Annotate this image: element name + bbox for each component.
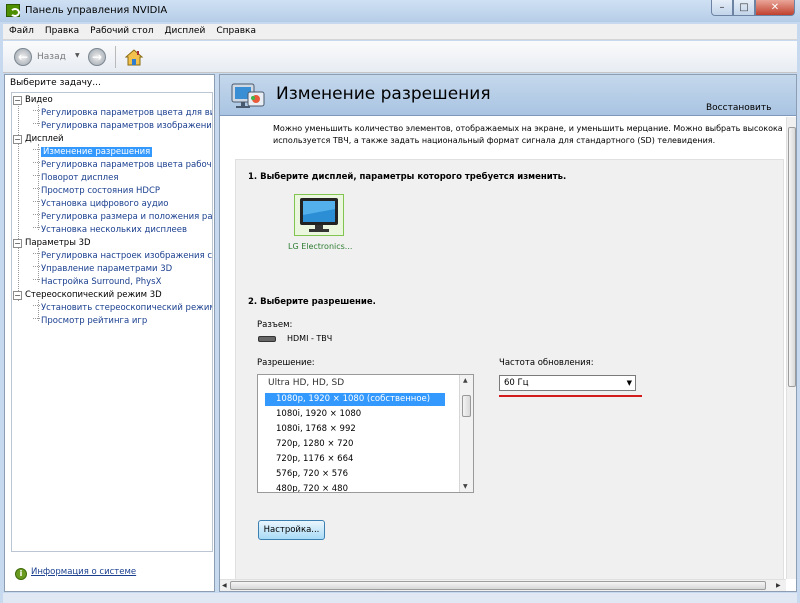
toolbar: ← Назад ▼ →	[3, 41, 797, 73]
collapse-icon[interactable]: −	[13, 96, 22, 105]
resolution-item[interactable]: 1080i, 1920 × 1080	[265, 408, 445, 421]
menu-file[interactable]: Файл	[3, 24, 39, 36]
task-pane: Выберите задачу... − Видео Регулировка па…	[4, 74, 215, 592]
page-title: Изменение разрешения	[276, 84, 491, 104]
settings-panel: 1. Выберите дисплей, параметры которого …	[235, 159, 784, 589]
setup-button[interactable]: Настройка...	[258, 520, 325, 540]
tree-item[interactable]: Управление параметрами 3D	[33, 263, 172, 276]
connector-value: HDMI - ТВЧ	[287, 334, 333, 343]
horizontal-scrollbar[interactable]: ◀ ▶	[220, 579, 786, 591]
menu-bar: Файл Правка Рабочий стол Дисплей Справка	[3, 24, 797, 40]
close-button[interactable]: ✕	[755, 0, 795, 16]
menu-edit[interactable]: Правка	[39, 24, 84, 36]
content-pane: Изменение разрешения Восстановить Можно …	[219, 74, 797, 592]
scroll-thumb[interactable]	[462, 395, 471, 417]
collapse-icon[interactable]: −	[13, 291, 22, 300]
collapse-icon[interactable]: −	[13, 239, 22, 248]
tree-item[interactable]: Установить стереоскопический режим 3D	[33, 302, 212, 315]
monitor-icon[interactable]	[294, 194, 344, 236]
app-window: Панель управления NVIDIA – □ ✕ Файл Правк…	[0, 0, 800, 603]
resolution-item[interactable]: 1080i, 1768 × 992	[265, 423, 445, 436]
step1-heading: 1. Выберите дисплей, параметры которого …	[248, 172, 567, 182]
task-label: Выберите задачу...	[10, 78, 101, 88]
page-description: Можно уменьшить количество элементов, от…	[273, 124, 783, 145]
tree-item[interactable]: Установка цифрового аудио	[33, 198, 168, 211]
refresh-rate-label: Частота обновления:	[499, 358, 594, 368]
scroll-thumb[interactable]	[788, 127, 796, 387]
forward-arrow-icon[interactable]: →	[88, 48, 106, 66]
display-settings-icon	[230, 81, 266, 111]
tree-node-stereo-3d[interactable]: − Стереоскопический режим 3D	[13, 289, 162, 302]
status-bar	[3, 593, 797, 603]
resolution-item[interactable]: 576p, 720 × 576	[265, 468, 445, 481]
connector-label: Разъем:	[257, 320, 293, 330]
resolution-label: Разрешение:	[257, 358, 315, 368]
scroll-down-icon[interactable]: ▼	[463, 483, 468, 490]
maximize-button[interactable]: □	[733, 0, 755, 16]
tree-item[interactable]: Поворот дисплея	[33, 172, 118, 185]
step2-heading: 2. Выберите разрешение.	[248, 297, 376, 307]
tree-item-change-resolution[interactable]: Изменение разрешения	[33, 146, 153, 159]
menu-display[interactable]: Дисплей	[158, 24, 210, 36]
back-arrow-icon[interactable]: ←	[14, 48, 32, 66]
resolution-item[interactable]: 720p, 1176 × 664	[265, 453, 445, 466]
resolution-group-header: Ultra HD, HD, SD	[268, 378, 345, 388]
toolbar-separator	[115, 46, 116, 68]
info-icon: i	[15, 568, 27, 580]
tree-item[interactable]: Регулировка параметров изображения для в…	[33, 120, 212, 133]
home-icon[interactable]	[123, 46, 145, 68]
hdmi-icon	[258, 336, 276, 342]
title-bar[interactable]: Панель управления NVIDIA – □ ✕	[0, 0, 800, 22]
scroll-thumb[interactable]	[230, 581, 766, 590]
scroll-left-icon[interactable]: ◀	[222, 582, 227, 589]
vertical-scrollbar[interactable]	[786, 117, 796, 579]
tree-item[interactable]: Просмотр рейтинга игр	[33, 315, 147, 328]
resolution-list[interactable]: Ultra HD, HD, SD 1080p, 1920 × 1080 (соб…	[257, 374, 474, 493]
tree-item[interactable]: Установка нескольких дисплеев	[33, 224, 187, 237]
back-dropdown-icon[interactable]: ▼	[75, 52, 80, 59]
red-underline-annotation	[499, 395, 642, 397]
refresh-rate-select[interactable]: 60 Гц ▼	[499, 375, 636, 391]
tree-item[interactable]: Регулировка параметров цвета для видео	[33, 107, 212, 120]
resolution-item[interactable]: 480p, 720 × 480	[265, 483, 445, 492]
menu-desktop[interactable]: Рабочий стол	[84, 24, 158, 36]
page-header: Изменение разрешения Восстановить	[220, 75, 796, 116]
scroll-right-icon[interactable]: ▶	[776, 582, 781, 589]
tree-item[interactable]: Настройка Surround, PhysX	[33, 276, 161, 289]
tree-item[interactable]: Регулировка настроек изображения с просм…	[33, 250, 212, 263]
tree-node-display[interactable]: − Дисплей	[13, 133, 64, 146]
resolution-item[interactable]: 720p, 1280 × 720	[265, 438, 445, 451]
monitor-name[interactable]: LG Electronics...	[288, 242, 352, 251]
tree-item[interactable]: Просмотр состояния HDCP	[33, 185, 160, 198]
system-info-link[interactable]: i Информация о системе	[15, 567, 136, 580]
dropdown-arrow-icon[interactable]: ▼	[627, 376, 632, 390]
tree-item[interactable]: Регулировка размера и положения рабочего…	[33, 211, 212, 224]
resolution-scrollbar[interactable]: ▲ ▼	[459, 375, 473, 492]
back-label[interactable]: Назад	[37, 52, 66, 62]
window-title: Панель управления NVIDIA	[25, 5, 168, 16]
tree-node-video[interactable]: − Видео	[13, 94, 53, 107]
nvidia-app-icon	[6, 4, 20, 17]
scroll-up-icon[interactable]: ▲	[463, 377, 468, 384]
restore-link[interactable]: Восстановить	[706, 103, 771, 113]
resolution-item-selected[interactable]: 1080p, 1920 × 1080 (собственное)	[265, 393, 445, 406]
tree-item[interactable]: Регулировка параметров цвета рабочего ст…	[33, 159, 212, 172]
minimize-button[interactable]: –	[711, 0, 733, 16]
task-tree[interactable]: − Видео Регулировка параметров цвета для …	[11, 92, 213, 552]
tree-node-3d-settings[interactable]: − Параметры 3D	[13, 237, 91, 250]
menu-help[interactable]: Справка	[210, 24, 261, 36]
collapse-icon[interactable]: −	[13, 135, 22, 144]
